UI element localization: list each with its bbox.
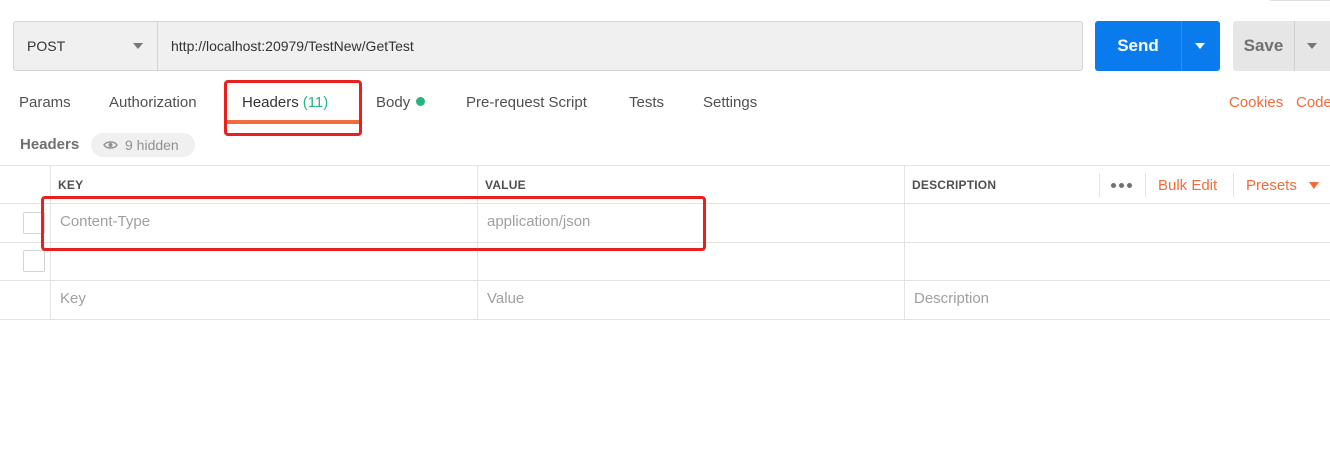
column-header-value: VALUE: [485, 178, 526, 192]
caret-down-icon[interactable]: [1307, 43, 1317, 49]
column-header-description: DESCRIPTION: [912, 178, 997, 192]
tab-params[interactable]: Params: [19, 94, 71, 116]
row-checkbox[interactable]: [23, 212, 45, 234]
tab-body[interactable]: Body: [376, 94, 426, 116]
section-title: Headers: [20, 136, 80, 153]
save-button-label: Save: [1243, 36, 1284, 55]
value-placeholder-input[interactable]: Value: [487, 290, 524, 307]
tab-settings[interactable]: Settings: [703, 94, 757, 116]
bulk-edit-link[interactable]: Bulk Edit: [1158, 177, 1217, 194]
row-checkbox[interactable]: [23, 250, 45, 272]
code-link[interactable]: Code: [1296, 94, 1330, 111]
table-border: [0, 165, 1330, 166]
table-column-divider: [904, 165, 905, 319]
tab-label: Pre-request Script: [466, 94, 587, 111]
status-dot-icon: [416, 97, 426, 106]
tab-label: Body: [376, 94, 411, 111]
toolbar-divider: [1099, 173, 1100, 197]
key-placeholder-input[interactable]: Key: [60, 290, 86, 307]
table-border: [0, 319, 1330, 320]
column-header-key: KEY: [58, 178, 84, 192]
toolbar-divider: [1233, 173, 1234, 197]
tab-pre-request-script[interactable]: Pre-request Script: [466, 94, 587, 116]
hidden-headers-toggle[interactable]: 9 hidden: [91, 133, 195, 157]
table-column-divider: [50, 165, 51, 319]
tab-label: Settings: [703, 94, 758, 111]
toolbar-divider: [1145, 173, 1146, 197]
table-border: [0, 242, 1330, 243]
tab-tests[interactable]: Tests: [629, 94, 664, 116]
tab-label: Params: [19, 94, 71, 111]
tab-label: Headers: [242, 94, 299, 111]
more-horizontal-icon[interactable]: [1111, 183, 1133, 189]
caret-down-icon: [133, 43, 143, 49]
caret-down-icon[interactable]: [1309, 182, 1319, 189]
active-tab-indicator: [226, 120, 359, 124]
header-key-cell[interactable]: Content-Type: [60, 213, 150, 230]
top-divider: [1270, 0, 1330, 1]
tab-count-badge: (11): [302, 94, 329, 111]
presets-dropdown[interactable]: Presets: [1246, 177, 1297, 194]
send-button-label: Send: [1117, 36, 1159, 55]
cookies-link[interactable]: Cookies: [1229, 94, 1283, 111]
table-column-divider: [477, 165, 478, 319]
tab-label: Authorization: [109, 94, 197, 111]
hidden-headers-label: 9 hidden: [125, 137, 179, 153]
caret-down-icon[interactable]: [1195, 43, 1205, 49]
eye-icon: [103, 141, 118, 149]
save-split-divider: [1294, 21, 1295, 71]
tab-authorization[interactable]: Authorization: [109, 94, 197, 116]
description-placeholder-input[interactable]: Description: [914, 290, 989, 307]
header-value-cell[interactable]: application/json: [487, 213, 590, 230]
method-select[interactable]: POST: [13, 21, 157, 71]
tab-label: Tests: [629, 94, 665, 111]
save-button[interactable]: Save: [1233, 21, 1330, 71]
tab-headers[interactable]: Headers (11): [242, 94, 328, 116]
table-border: [0, 203, 1330, 204]
table-border: [0, 280, 1330, 281]
url-input[interactable]: [157, 21, 1083, 71]
send-split-divider: [1181, 21, 1182, 71]
method-label: POST: [27, 38, 66, 54]
send-button[interactable]: Send: [1095, 21, 1220, 71]
